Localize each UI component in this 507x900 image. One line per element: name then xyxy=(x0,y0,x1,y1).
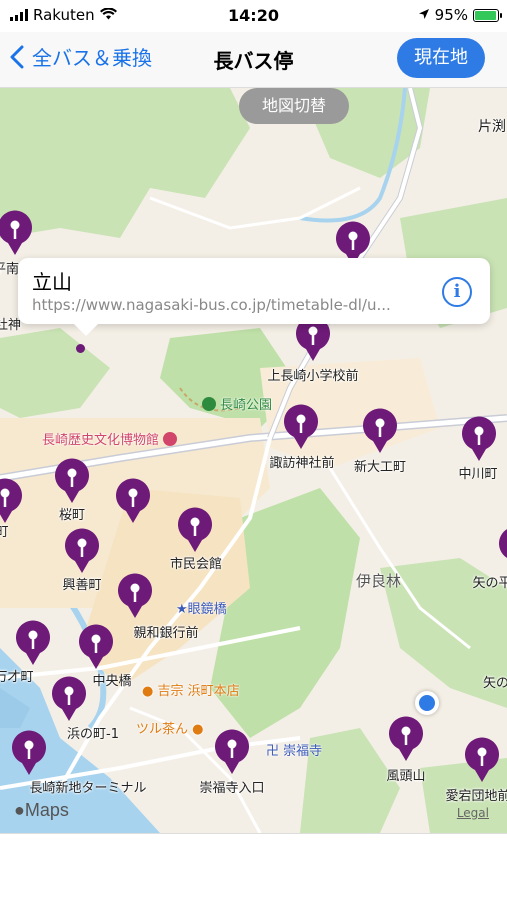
stop-label-kami-nagasaki: 上長崎小学校前 xyxy=(267,369,359,384)
bus-stop-pin[interactable] xyxy=(77,624,115,670)
selected-stop-dot xyxy=(76,344,85,353)
map-view[interactable]: 地図切替 上長崎小学校前 諏訪神社前 新大工町 中川町 桜町 市民会館 興善町 … xyxy=(0,88,507,833)
pin-icon xyxy=(52,676,86,721)
callout-url: https://www.nagasaki-bus.co.jp/timetable… xyxy=(32,296,391,314)
battery-percent: 95% xyxy=(434,6,468,24)
bus-stop-pin[interactable] xyxy=(10,730,48,776)
user-location-dot xyxy=(415,691,439,715)
bus-stop-pin[interactable] xyxy=(116,573,154,619)
temple-icon: 卍 xyxy=(266,744,280,759)
pin-icon xyxy=(465,737,499,782)
stop-label-shimin-kaikan: 市民会館 xyxy=(169,557,223,572)
status-right: 95% xyxy=(418,6,502,24)
bottom-area xyxy=(0,833,507,900)
park-landmark: 長崎公園 xyxy=(202,394,272,413)
bus-stop-pin[interactable] xyxy=(361,408,399,454)
restaurant-icon: ● xyxy=(142,684,154,699)
pin-icon xyxy=(499,529,507,558)
bus-stop-pin[interactable] xyxy=(63,528,101,574)
bridge-landmark: ★眼鏡橋 xyxy=(176,602,227,617)
bus-stop-pin[interactable] xyxy=(0,478,24,524)
edge-label: 町 xyxy=(0,525,9,540)
navigation-bar: 全バス＆乗換 長バス停 現在地 xyxy=(0,32,507,88)
status-bar: Rakuten 14:20 95% xyxy=(0,0,507,32)
pin-icon xyxy=(116,478,150,523)
bus-stop-pin[interactable] xyxy=(53,458,91,504)
back-label: 全バス＆乗換 xyxy=(32,46,152,70)
chevron-left-icon xyxy=(10,45,24,68)
stop-label-hamanomachi: 浜の町-1 xyxy=(67,727,119,742)
selected-stop-callout[interactable]: 立山 https://www.nagasaki-bus.co.jp/timeta… xyxy=(18,258,490,336)
bus-stop-pin[interactable] xyxy=(176,507,214,553)
bus-stop-pin[interactable] xyxy=(0,210,34,256)
cafe-landmark: ツル茶ん ● xyxy=(136,722,204,737)
pin-icon xyxy=(79,624,113,669)
legal-link[interactable]: Legal xyxy=(457,806,489,820)
stop-label-nakagawa: 中川町 xyxy=(458,467,498,482)
bus-stop-pin[interactable] xyxy=(213,729,251,775)
stop-label-sofukuji: 崇福寺入口 xyxy=(199,781,265,796)
pin-icon xyxy=(118,573,152,618)
bus-stop-pin[interactable] xyxy=(463,737,501,783)
museum-landmark: 長崎歴史文化博物館 xyxy=(42,429,178,448)
stop-label-shindaiku: 新大工町 xyxy=(353,460,407,475)
edge-label: 矢の平 xyxy=(472,576,507,591)
stop-label-kazagashira: 風頭山 xyxy=(386,769,426,784)
pin-icon xyxy=(178,507,212,552)
cafe-icon: ● xyxy=(192,722,204,737)
battery-fill xyxy=(475,10,496,20)
bus-stop-pin[interactable] xyxy=(50,676,88,722)
star-icon: ★ xyxy=(176,602,188,617)
back-button[interactable]: 全バス＆乗換 xyxy=(10,42,152,71)
pin-icon xyxy=(0,478,22,523)
restaurant-landmark: ● 吉宗 浜町本店 xyxy=(142,684,240,699)
bus-stop-pin[interactable] xyxy=(14,620,52,666)
bus-stop-pin[interactable] xyxy=(460,416,498,462)
pin-icon xyxy=(215,729,249,774)
park-icon xyxy=(202,397,216,411)
stop-label-chuobashi: 中央橋 xyxy=(92,674,132,689)
bus-stop-pin[interactable] xyxy=(114,478,152,524)
stop-label-atago-danchi: 愛宕団地前 xyxy=(445,789,507,804)
battery-icon xyxy=(473,8,502,22)
pin-icon xyxy=(284,404,318,449)
edge-label: 平南 xyxy=(0,262,20,277)
pin-icon xyxy=(363,408,397,453)
stop-label-shinchi-terminal: 長崎新地ターミナル xyxy=(29,781,147,796)
pin-icon xyxy=(16,620,50,665)
pin-icon xyxy=(462,416,496,461)
area-label: 伊良林 xyxy=(356,572,402,590)
pin-icon xyxy=(0,210,32,255)
pin-icon xyxy=(65,528,99,573)
pin-icon xyxy=(389,716,423,761)
temple-landmark: 卍 崇福寺 xyxy=(266,744,323,759)
maps-logo: ●Maps xyxy=(14,800,69,820)
stop-label-sakuramachi: 桜町 xyxy=(58,508,86,523)
stop-label-kozenmachi: 興善町 xyxy=(62,578,102,593)
bus-stop-pin[interactable] xyxy=(387,716,425,762)
stop-label-shinwa-bank: 親和銀行前 xyxy=(133,626,199,641)
pin-icon xyxy=(12,730,46,775)
map-toggle-button[interactable]: 地図切替 xyxy=(239,88,349,124)
callout-title: 立山 xyxy=(32,270,72,294)
current-location-button[interactable]: 現在地 xyxy=(397,38,485,78)
stop-label-suwa-jinja: 諏訪神社前 xyxy=(269,456,335,471)
edge-label: 万才町 xyxy=(0,670,34,685)
info-icon[interactable]: i xyxy=(442,277,472,307)
bus-stop-pin[interactable] xyxy=(282,404,320,450)
apple-icon: ● xyxy=(14,800,25,820)
museum-icon xyxy=(163,432,178,446)
bus-stop-pin[interactable] xyxy=(497,526,507,572)
pin-icon xyxy=(55,458,89,503)
edge-label: 片渕 xyxy=(478,119,506,135)
location-arrow-icon xyxy=(418,6,430,24)
edge-label: 矢の xyxy=(482,676,507,691)
